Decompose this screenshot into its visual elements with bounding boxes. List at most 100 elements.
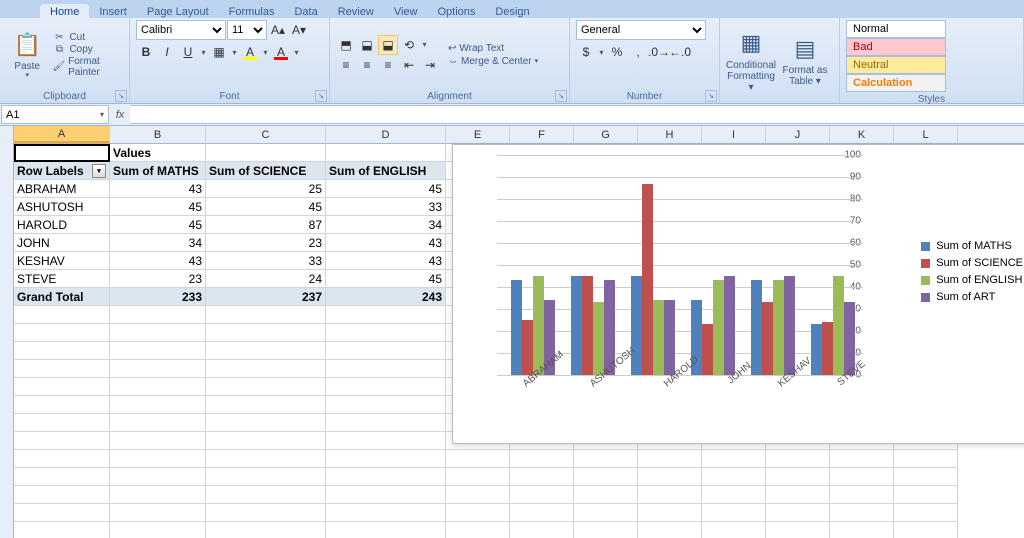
cell[interactable] (638, 522, 702, 538)
cell[interactable] (14, 450, 110, 468)
cell[interactable] (326, 450, 446, 468)
cell[interactable] (766, 450, 830, 468)
cell[interactable]: KESHAV (14, 252, 110, 270)
cell[interactable] (110, 306, 206, 324)
column-headers[interactable]: ABCDEFGHIJKL (14, 126, 1024, 144)
conditional-formatting-button[interactable]: ▦ConditionalFormatting ▾ (726, 28, 776, 93)
cell[interactable]: 43 (110, 180, 206, 198)
cell[interactable] (14, 486, 110, 504)
cell[interactable] (14, 378, 110, 396)
cell[interactable] (326, 504, 446, 522)
formula-input[interactable] (130, 105, 1024, 124)
cell[interactable] (894, 450, 958, 468)
cell[interactable] (326, 468, 446, 486)
col-header-L[interactable]: L (894, 126, 958, 143)
cell[interactable]: 34 (326, 216, 446, 234)
cell[interactable]: Values (110, 144, 206, 162)
cell[interactable] (510, 486, 574, 504)
col-header-F[interactable]: F (510, 126, 574, 143)
format-as-table-button[interactable]: ▤Format asTable ▾ (780, 33, 830, 87)
cell[interactable] (510, 504, 574, 522)
merge-center-button[interactable]: ⇔Merge & Center▾ (448, 56, 538, 67)
cell[interactable]: 34 (110, 234, 206, 252)
cell[interactable] (574, 468, 638, 486)
paste-button[interactable]: 📋Paste▾ (6, 29, 48, 80)
cell[interactable] (110, 396, 206, 414)
cell[interactable] (766, 486, 830, 504)
cell[interactable] (446, 450, 510, 468)
cell[interactable] (206, 504, 326, 522)
col-header-K[interactable]: K (830, 126, 894, 143)
cell[interactable]: 23 (110, 270, 206, 288)
copy-button[interactable]: ⧉Copy (52, 44, 123, 55)
cell[interactable] (326, 522, 446, 538)
tab-review[interactable]: Review (328, 4, 384, 18)
cell[interactable] (326, 360, 446, 378)
cell[interactable]: HAROLD (14, 216, 110, 234)
font-size-select[interactable]: 11 (227, 20, 267, 40)
cell[interactable] (830, 450, 894, 468)
cell[interactable]: 243 (326, 288, 446, 306)
row-headers[interactable] (0, 126, 14, 538)
cell[interactable] (326, 378, 446, 396)
cell[interactable]: Sum of ENGLISH (326, 162, 446, 180)
italic-button[interactable]: I (157, 42, 177, 62)
cell[interactable] (894, 504, 958, 522)
cell[interactable]: 45 (110, 198, 206, 216)
border-button[interactable]: ▦ (209, 42, 229, 62)
cell[interactable] (510, 450, 574, 468)
clipboard-launcher[interactable]: ↘ (115, 90, 127, 102)
cell[interactable] (574, 486, 638, 504)
cell[interactable] (446, 486, 510, 504)
cell[interactable] (446, 504, 510, 522)
cell[interactable] (830, 504, 894, 522)
col-header-E[interactable]: E (446, 126, 510, 143)
align-top-button[interactable]: ⬒ (336, 35, 356, 55)
cell[interactable] (446, 522, 510, 538)
align-middle-button[interactable]: ⬓ (357, 35, 377, 55)
cell[interactable] (206, 414, 326, 432)
dec-indent-button[interactable]: ⇤ (399, 55, 419, 75)
cell[interactable] (830, 522, 894, 538)
inc-indent-button[interactable]: ⇥ (420, 55, 440, 75)
embedded-chart[interactable]: 0102030405060708090100 ABRAHAMASHUTOSHHA… (452, 144, 1024, 444)
cell[interactable]: 23 (206, 234, 326, 252)
cell[interactable] (326, 324, 446, 342)
cell[interactable] (110, 468, 206, 486)
cell[interactable] (110, 432, 206, 450)
cell[interactable] (110, 450, 206, 468)
cell[interactable]: 43 (326, 252, 446, 270)
cell[interactable] (110, 414, 206, 432)
cell[interactable] (14, 522, 110, 538)
align-left-button[interactable]: ≡ (336, 55, 356, 75)
bold-button[interactable]: B (136, 42, 156, 62)
cell[interactable] (702, 504, 766, 522)
number-format-select[interactable]: General (576, 20, 706, 40)
cell[interactable] (14, 432, 110, 450)
cell[interactable] (14, 306, 110, 324)
cell[interactable] (574, 504, 638, 522)
cell[interactable] (894, 522, 958, 538)
cell[interactable] (14, 144, 110, 162)
cell[interactable] (206, 432, 326, 450)
filter-icon[interactable]: ▾ (92, 164, 106, 178)
cell[interactable] (830, 468, 894, 486)
inc-decimal-button[interactable]: .0→ (649, 42, 669, 62)
cell[interactable] (702, 468, 766, 486)
cell[interactable]: 87 (206, 216, 326, 234)
cell[interactable]: ABRAHAM (14, 180, 110, 198)
wrap-text-button[interactable]: ↩Wrap Text (448, 43, 538, 54)
cell[interactable] (638, 504, 702, 522)
cell[interactable] (110, 522, 206, 538)
cell[interactable]: 33 (326, 198, 446, 216)
align-center-button[interactable]: ≡ (357, 55, 377, 75)
cell[interactable] (110, 504, 206, 522)
tab-options[interactable]: Options (427, 4, 485, 18)
cell[interactable] (638, 450, 702, 468)
shrink-font-button[interactable]: A▾ (289, 20, 309, 40)
col-header-B[interactable]: B (110, 126, 206, 143)
cell[interactable] (446, 468, 510, 486)
cell[interactable]: 237 (206, 288, 326, 306)
col-header-C[interactable]: C (206, 126, 326, 143)
cell[interactable] (702, 522, 766, 538)
